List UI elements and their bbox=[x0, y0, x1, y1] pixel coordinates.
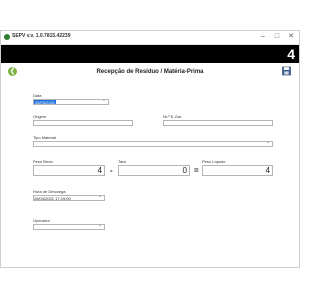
origem-input[interactable] bbox=[33, 120, 133, 126]
tipo-material-label: Tipo Material bbox=[33, 135, 56, 140]
hora-descarga-label: Hora de Descarga bbox=[33, 189, 66, 194]
counter-value: 4 bbox=[287, 46, 295, 62]
form-title: Recepção de Resíduo / Matéria-Prima bbox=[96, 69, 204, 75]
operador-label: Operador bbox=[33, 218, 50, 223]
bottom-area bbox=[0, 268, 300, 300]
data-label: Data bbox=[33, 93, 42, 98]
nr-guia-input[interactable] bbox=[163, 120, 273, 126]
minus-sign: - bbox=[110, 166, 113, 175]
data-value: 25/03/2021 bbox=[34, 100, 57, 105]
tara-label: Tara bbox=[118, 159, 126, 164]
peso-liquido-input[interactable]: 4 bbox=[202, 165, 273, 176]
nr-guia-label: Nr.º E-Gar bbox=[163, 114, 182, 119]
minimize-icon[interactable]: – bbox=[257, 32, 269, 42]
origem-label: Origem bbox=[33, 114, 47, 119]
main-window: SEPV v.v. 1.0.7815.42239 – □ ✕ 4 ❮ Recep… bbox=[0, 30, 300, 268]
app-title: SEPV v.v. 1.0.7815.42239 bbox=[12, 33, 71, 39]
peso-bruto-input[interactable]: 4 bbox=[33, 165, 105, 176]
close-icon[interactable]: ✕ bbox=[285, 32, 297, 42]
operador-select[interactable] bbox=[33, 224, 105, 230]
peso-liquido-label: Peso Líquido bbox=[202, 159, 226, 164]
peso-bruto-label: Peso Bruto bbox=[33, 159, 53, 164]
save-disk-icon[interactable] bbox=[282, 66, 291, 76]
hora-descarga-field[interactable]: 25/03/2021 17:19:00 bbox=[33, 195, 105, 201]
tara-input[interactable]: 0 bbox=[118, 165, 190, 176]
title-bar: SEPV v.v. 1.0.7815.42239 – □ ✕ bbox=[1, 31, 299, 45]
data-field[interactable]: 25/03/2021 bbox=[33, 99, 109, 105]
header-bar: 4 bbox=[1, 45, 299, 63]
app-icon bbox=[4, 34, 10, 40]
maximize-icon[interactable]: □ bbox=[271, 32, 283, 42]
equals-sign: = bbox=[194, 166, 199, 175]
tipo-material-select[interactable] bbox=[33, 141, 273, 147]
